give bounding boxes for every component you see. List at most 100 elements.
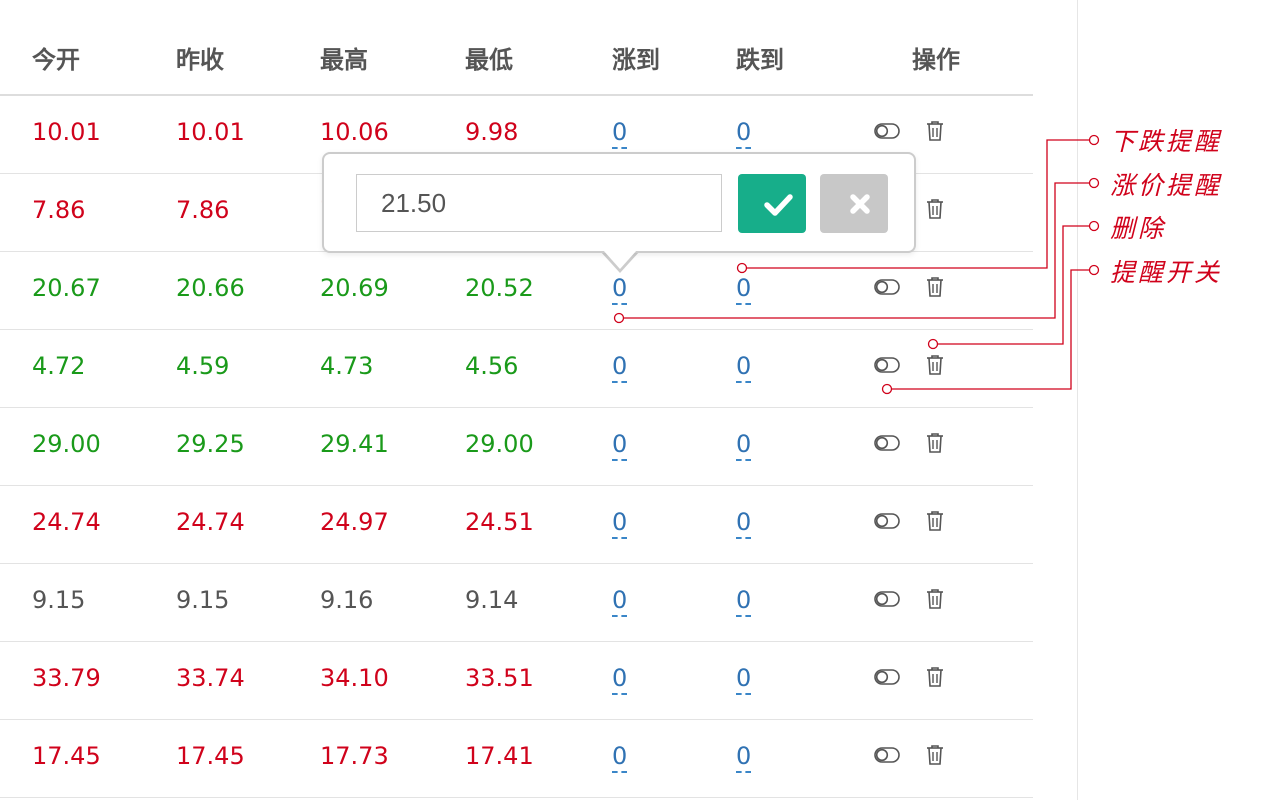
stock-alert-table: 今开 昨收 最高 最低 涨到 跌到 操作 10.01 10.01 10.06 9.98… bbox=[0, 0, 1033, 798]
cell-low: 20.52 bbox=[465, 274, 534, 302]
toggle-switch-icon[interactable] bbox=[874, 669, 900, 685]
trash-icon[interactable] bbox=[925, 744, 945, 766]
table-row: 9.15 9.15 9.16 9.14 0 0 bbox=[0, 564, 1033, 642]
fall-to-edit-link[interactable]: 0 bbox=[736, 118, 752, 149]
table-row: 20.67 20.66 20.69 20.52 0 0 bbox=[0, 252, 1033, 330]
cell-low: 9.98 bbox=[465, 118, 519, 146]
toggle-switch-icon[interactable] bbox=[874, 591, 900, 607]
price-input[interactable] bbox=[356, 174, 722, 232]
toggle-switch-icon[interactable] bbox=[874, 357, 900, 373]
trash-icon[interactable] bbox=[925, 666, 945, 688]
cell-low: 24.51 bbox=[465, 508, 534, 536]
fall-to-edit-link[interactable]: 0 bbox=[736, 508, 752, 539]
cell-fall-to: 0 bbox=[736, 664, 752, 695]
cell-fall-to: 0 bbox=[736, 586, 752, 617]
cell-fall-to: 0 bbox=[736, 118, 752, 149]
annotation-dot bbox=[1088, 220, 1100, 232]
cell-high: 24.97 bbox=[320, 508, 389, 536]
cell-open: 10.01 bbox=[32, 118, 101, 146]
cell-high: 20.69 bbox=[320, 274, 389, 302]
header-open: 今开 bbox=[32, 46, 80, 74]
cell-open: 33.79 bbox=[32, 664, 101, 692]
cell-high: 10.06 bbox=[320, 118, 389, 146]
popover-arrow-fill bbox=[603, 250, 637, 269]
trash-icon[interactable] bbox=[925, 432, 945, 454]
cell-rise-to: 0 bbox=[612, 508, 628, 539]
fall-to-edit-link[interactable]: 0 bbox=[736, 352, 752, 383]
toggle-switch-icon[interactable] bbox=[874, 435, 900, 451]
cell-prev-close: 9.15 bbox=[176, 586, 230, 614]
content-right-border bbox=[1077, 0, 1078, 800]
cell-prev-close: 4.59 bbox=[176, 352, 230, 380]
cell-open: 29.00 bbox=[32, 430, 101, 458]
header-fall-to: 跌到 bbox=[736, 46, 784, 74]
cell-fall-to: 0 bbox=[736, 352, 752, 383]
cell-open: 17.45 bbox=[32, 742, 101, 770]
fall-to-edit-link[interactable]: 0 bbox=[736, 586, 752, 617]
header-actions: 操作 bbox=[912, 46, 960, 74]
rise-to-edit-link[interactable]: 0 bbox=[612, 274, 628, 305]
header-low: 最低 bbox=[465, 46, 513, 74]
cell-open: 20.67 bbox=[32, 274, 101, 302]
annotation-alert-switch: 提醒开关 bbox=[1110, 258, 1223, 287]
trash-icon[interactable] bbox=[925, 276, 945, 298]
cell-open: 4.72 bbox=[32, 352, 86, 380]
cell-rise-to: 0 bbox=[612, 274, 628, 305]
table-row: 4.72 4.59 4.73 4.56 0 0 bbox=[0, 330, 1033, 408]
toggle-switch-icon[interactable] bbox=[874, 513, 900, 529]
fall-to-edit-link[interactable]: 0 bbox=[736, 430, 752, 461]
trash-icon[interactable] bbox=[925, 510, 945, 532]
cell-rise-to: 0 bbox=[612, 586, 628, 617]
toggle-switch-icon[interactable] bbox=[874, 747, 900, 763]
cell-high: 34.10 bbox=[320, 664, 389, 692]
rise-to-edit-link[interactable]: 0 bbox=[612, 352, 628, 383]
cell-low: 29.00 bbox=[465, 430, 534, 458]
trash-icon[interactable] bbox=[925, 588, 945, 610]
toggle-switch-icon[interactable] bbox=[874, 123, 900, 139]
cell-prev-close: 7.86 bbox=[176, 196, 230, 224]
cell-prev-close: 17.45 bbox=[176, 742, 245, 770]
cell-fall-to: 0 bbox=[736, 742, 752, 773]
cell-rise-to: 0 bbox=[612, 430, 628, 461]
cell-low: 33.51 bbox=[465, 664, 534, 692]
cell-prev-close: 33.74 bbox=[176, 664, 245, 692]
rise-to-edit-link[interactable]: 0 bbox=[612, 508, 628, 539]
fall-to-edit-link[interactable]: 0 bbox=[736, 274, 752, 305]
cell-rise-to: 0 bbox=[612, 118, 628, 149]
trash-icon[interactable] bbox=[925, 120, 945, 142]
rise-to-edit-link[interactable]: 0 bbox=[612, 664, 628, 695]
cell-open: 24.74 bbox=[32, 508, 101, 536]
rise-to-edit-link[interactable]: 0 bbox=[612, 430, 628, 461]
header-high: 最高 bbox=[320, 46, 368, 74]
cell-open: 9.15 bbox=[32, 586, 86, 614]
annotation-dot bbox=[1088, 177, 1100, 189]
cell-rise-to: 0 bbox=[612, 352, 628, 383]
cell-high: 4.73 bbox=[320, 352, 374, 380]
fall-to-edit-link[interactable]: 0 bbox=[736, 664, 752, 695]
trash-icon[interactable] bbox=[925, 354, 945, 376]
header-rise-to: 涨到 bbox=[612, 46, 660, 74]
rise-to-edit-link[interactable]: 0 bbox=[612, 118, 628, 149]
trash-icon[interactable] bbox=[925, 198, 945, 220]
cell-high: 9.16 bbox=[320, 586, 374, 614]
table-row: 17.45 17.45 17.73 17.41 0 0 bbox=[0, 720, 1033, 798]
annotation-delete: 删除 bbox=[1110, 214, 1167, 243]
cell-prev-close: 24.74 bbox=[176, 508, 245, 536]
rise-to-edit-link[interactable]: 0 bbox=[612, 586, 628, 617]
toggle-switch-icon[interactable] bbox=[874, 279, 900, 295]
fall-to-edit-link[interactable]: 0 bbox=[736, 742, 752, 773]
cell-prev-close: 29.25 bbox=[176, 430, 245, 458]
close-icon bbox=[850, 194, 870, 214]
rise-to-edit-link[interactable]: 0 bbox=[612, 742, 628, 773]
cell-low: 4.56 bbox=[465, 352, 519, 380]
cell-low: 17.41 bbox=[465, 742, 534, 770]
cancel-button[interactable] bbox=[820, 174, 888, 233]
cell-prev-close: 10.01 bbox=[176, 118, 245, 146]
confirm-button[interactable] bbox=[738, 174, 806, 233]
cell-rise-to: 0 bbox=[612, 742, 628, 773]
table-row: 33.79 33.74 34.10 33.51 0 0 bbox=[0, 642, 1033, 720]
annotation-dot bbox=[1088, 134, 1100, 146]
table-row: 24.74 24.74 24.97 24.51 0 0 bbox=[0, 486, 1033, 564]
annotation-dot bbox=[1088, 264, 1100, 276]
header-prev-close: 昨收 bbox=[176, 46, 224, 74]
